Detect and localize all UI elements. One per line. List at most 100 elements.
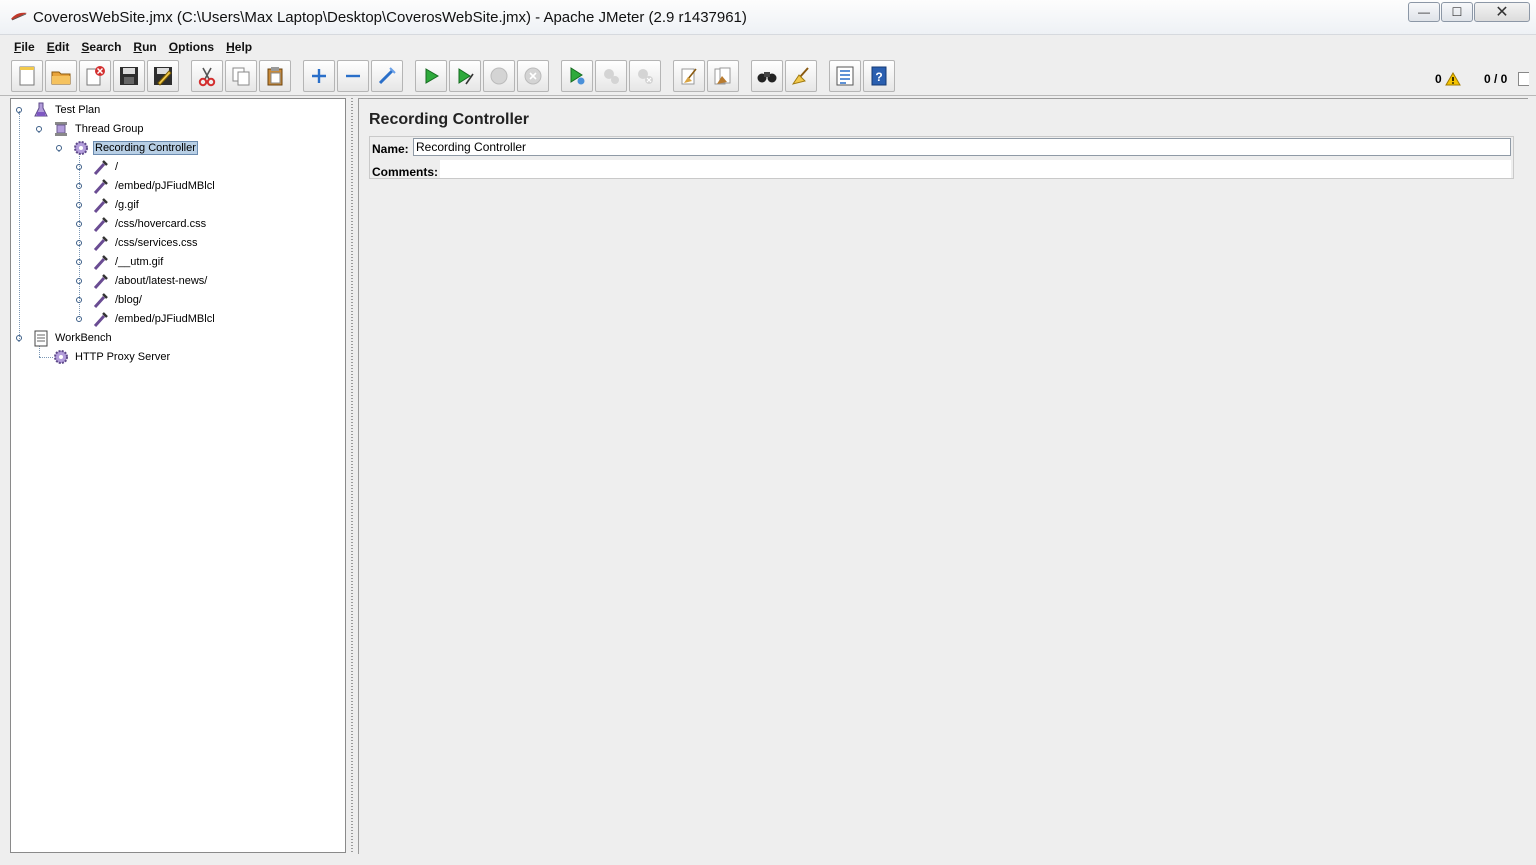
tree-node-label: Test Plan — [55, 104, 101, 116]
tree-expand-handle-icon[interactable] — [15, 334, 23, 342]
tree-node-sampler[interactable]: /css/hovercard.css — [75, 215, 208, 233]
menu-file[interactable]: File — [0, 40, 41, 54]
menu-edit[interactable]: Edit — [41, 40, 76, 54]
shutdown-button[interactable] — [517, 60, 549, 92]
floppy-save-icon — [120, 67, 138, 85]
window-title: CoverosWebSite.jmx (C:\Users\Max Laptop\… — [33, 9, 747, 26]
tree-node-label: / — [115, 161, 119, 173]
search-button[interactable] — [751, 60, 783, 92]
tree-leaf-handle-icon — [76, 202, 82, 208]
error-count-indicator[interactable]: 0 — [1435, 72, 1461, 86]
tree-node-recording-controller[interactable]: Recording Controller — [55, 139, 198, 157]
shutdown-icon — [524, 67, 542, 85]
close-button[interactable] — [79, 60, 111, 92]
broom-reset-icon — [791, 67, 809, 85]
comments-field[interactable] — [440, 160, 1511, 178]
menu-options[interactable]: Options — [163, 40, 220, 54]
clear-button[interactable] — [673, 60, 705, 92]
tree-leaf-handle-icon — [76, 297, 82, 303]
tree-leaf-handle-icon — [76, 221, 82, 227]
menu-edit-label: dit — [54, 40, 70, 54]
expand-all-button[interactable] — [303, 60, 335, 92]
remote-start-all-button[interactable] — [561, 60, 593, 92]
open-button[interactable] — [45, 60, 77, 92]
save-button[interactable] — [113, 60, 145, 92]
cut-button[interactable] — [191, 60, 223, 92]
tree-node-label: /embed/pJFiudMBlcl — [115, 313, 215, 325]
test-plan-tree[interactable]: Test Plan Thread Group Recording Control… — [10, 98, 346, 853]
maximize-button[interactable]: ☐ — [1441, 2, 1473, 22]
reset-search-button[interactable] — [785, 60, 817, 92]
remote-stop-all-button[interactable] — [595, 60, 627, 92]
close-document-icon — [86, 66, 105, 86]
pipette-sampler-icon — [93, 179, 108, 195]
toggle-button[interactable] — [371, 60, 403, 92]
function-helper-button[interactable] — [829, 60, 861, 92]
name-label: Name: — [372, 142, 409, 156]
start-button[interactable] — [415, 60, 447, 92]
new-button[interactable] — [11, 60, 43, 92]
save-edit-icon — [154, 67, 172, 86]
copy-icon — [232, 67, 250, 86]
copy-button[interactable] — [225, 60, 257, 92]
menu-run[interactable]: Run — [127, 40, 162, 54]
tree-node-label: /embed/pJFiudMBlcl — [115, 180, 215, 192]
menu-options-label: ptions — [178, 40, 215, 54]
window-title-bar: CoverosWebSite.jmx (C:\Users\Max Laptop\… — [0, 0, 1536, 35]
plus-icon — [312, 69, 326, 83]
start-no-pauses-button[interactable] — [449, 60, 481, 92]
remote-play-icon — [570, 67, 585, 85]
tree-leaf-handle-icon — [76, 278, 82, 284]
element-detail-panel: Recording Controller Name: Recording Con… — [358, 98, 1528, 854]
menu-help[interactable]: Help — [220, 40, 258, 54]
menu-edit-mnemonic: E — [46, 40, 55, 54]
tree-leaf-handle-icon — [76, 183, 82, 189]
tree-node-sampler[interactable]: /__utm.gif — [75, 253, 165, 271]
tree-node-sampler[interactable]: /blog/ — [75, 291, 144, 309]
tree-node-test-plan[interactable]: Test Plan — [15, 101, 102, 119]
wand-toggle-icon — [378, 67, 396, 85]
function-list-icon — [836, 66, 854, 86]
minus-icon — [346, 74, 360, 78]
tree-node-label: /g.gif — [115, 199, 139, 211]
tree-node-sampler[interactable]: /css/services.css — [75, 234, 200, 252]
clear-all-button[interactable] — [707, 60, 739, 92]
minimize-button[interactable]: — — [1408, 2, 1440, 22]
tree-node-thread-group[interactable]: Thread Group — [35, 120, 145, 138]
tree-expand-handle-icon[interactable] — [55, 144, 63, 152]
split-pane-divider[interactable] — [346, 98, 358, 853]
tree-node-sampler[interactable]: /embed/pJFiudMBlcl — [75, 310, 217, 328]
comments-label: Comments: — [372, 165, 439, 179]
name-comments-group: Name: Recording Controller Comments: — [369, 136, 1514, 179]
tree-node-sampler[interactable]: /about/latest-news/ — [75, 272, 209, 290]
paste-button[interactable] — [259, 60, 291, 92]
collapse-all-button[interactable] — [337, 60, 369, 92]
menu-bar: File Edit Search Run Options Help — [0, 36, 1536, 58]
tree-expand-handle-icon[interactable] — [35, 125, 43, 133]
help-book-icon: ? — [871, 66, 887, 86]
tree-node-label: Recording Controller — [93, 141, 198, 155]
close-window-button[interactable]: ✕ — [1474, 2, 1530, 22]
help-button[interactable]: ? — [863, 60, 895, 92]
svg-text:?: ? — [875, 70, 882, 84]
stop-button[interactable] — [483, 60, 515, 92]
name-field[interactable]: Recording Controller — [413, 138, 1511, 156]
menu-search[interactable]: Search — [75, 40, 127, 54]
scissors-icon — [198, 67, 216, 87]
clipboard-paste-icon — [267, 67, 283, 86]
tree-node-sampler[interactable]: /g.gif — [75, 196, 141, 214]
tree-expand-handle-icon[interactable] — [15, 106, 23, 114]
tree-node-sampler[interactable]: / — [75, 158, 120, 176]
tree-leaf-handle-icon — [76, 259, 82, 265]
pipette-sampler-icon — [93, 274, 108, 290]
tree-node-workbench[interactable]: WorkBench — [15, 329, 114, 347]
tree-node-label: /blog/ — [115, 294, 142, 306]
tree-node-label: /css/services.css — [115, 237, 198, 249]
pipette-sampler-icon — [93, 255, 108, 271]
remote-shutdown-all-button[interactable] — [629, 60, 661, 92]
tree-node-sampler[interactable]: /embed/pJFiudMBlcl — [75, 177, 217, 195]
gear-icon — [74, 141, 88, 155]
tree-node-http-proxy-server[interactable]: HTTP Proxy Server — [51, 348, 172, 366]
spool-icon — [55, 122, 67, 136]
save-as-button[interactable] — [147, 60, 179, 92]
